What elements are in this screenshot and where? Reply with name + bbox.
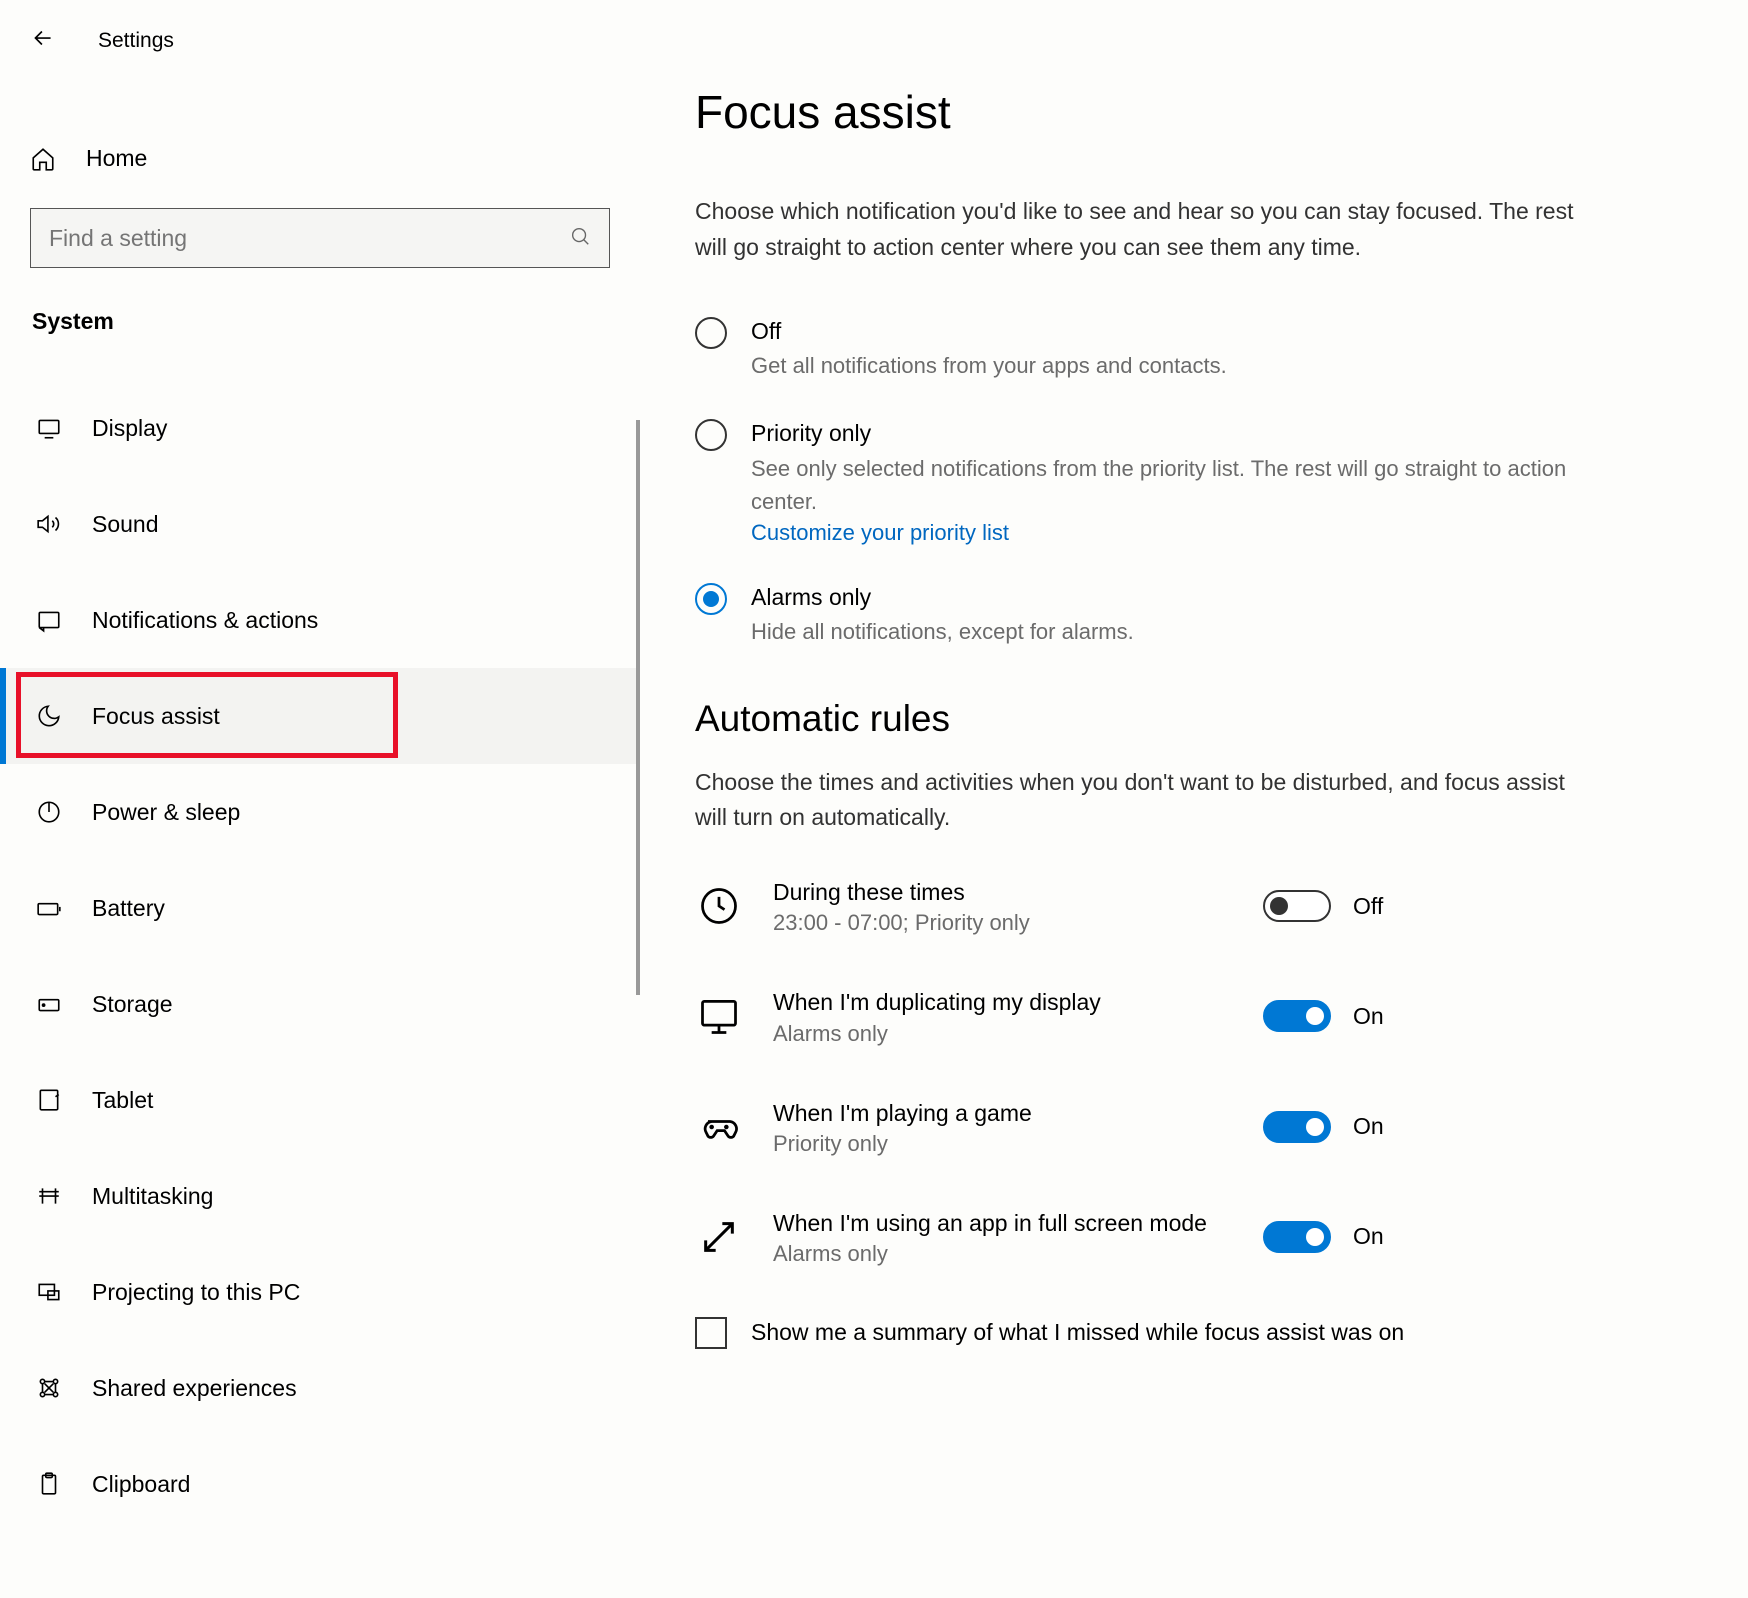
home-icon [30,146,56,172]
sidebar-header: Settings [0,10,640,72]
toggle-switch[interactable] [1263,1221,1331,1253]
projecting-icon [36,1279,62,1305]
battery-icon [36,895,62,921]
page-description: Choose which notification you'd like to … [695,194,1575,265]
radio-off[interactable]: Off Get all notifications from your apps… [695,315,1678,382]
checkbox-label: Show me a summary of what I missed while… [751,1319,1404,1346]
radio-button[interactable] [695,419,727,451]
radio-label: Alarms only [751,581,1601,613]
sidebar-item-label: Power & sleep [92,799,240,826]
rule-playing-game[interactable]: When I'm playing a game Priority only On [695,1097,1678,1157]
toggle-state: On [1353,1003,1384,1030]
radio-alarms-only[interactable]: Alarms only Hide all notifications, exce… [695,581,1678,648]
home-label: Home [86,145,147,172]
sidebar-item-label: Clipboard [92,1471,190,1498]
rule-fullscreen-app[interactable]: When I'm using an app in full screen mod… [695,1207,1678,1267]
monitor-icon [695,992,743,1040]
sidebar-item-display[interactable]: Display [0,380,640,476]
sidebar-item-tablet[interactable]: Tablet [0,1052,640,1148]
sidebar-item-projecting[interactable]: Projecting to this PC [0,1244,640,1340]
page-title: Focus assist [695,85,1678,139]
radio-label: Priority only [751,417,1601,449]
settings-title: Settings [98,29,174,53]
rules-description: Choose the times and activities when you… [695,765,1575,836]
toggle-switch[interactable] [1263,890,1331,922]
sidebar-item-label: Tablet [92,1087,153,1114]
scrollbar-thumb[interactable] [636,420,640,995]
sidebar-item-label: Notifications & actions [92,607,318,634]
power-icon [36,799,62,825]
toggle-state: Off [1353,893,1383,920]
sidebar-item-label: Projecting to this PC [92,1279,300,1306]
sidebar-item-power[interactable]: Power & sleep [0,764,640,860]
checkbox[interactable] [695,1317,727,1349]
rule-sub: Alarms only [773,1021,1213,1047]
toggle-state: On [1353,1113,1384,1140]
sidebar-item-focus-assist[interactable]: Focus assist [0,668,640,764]
clock-icon [695,882,743,930]
toggle-state: On [1353,1223,1384,1250]
summary-checkbox-row[interactable]: Show me a summary of what I missed while… [695,1317,1678,1349]
sidebar-item-shared[interactable]: Shared experiences [0,1340,640,1436]
gamepad-icon [695,1103,743,1151]
main-content: Focus assist Choose which notification y… [640,0,1748,1598]
back-arrow-icon[interactable] [30,25,56,57]
sidebar-item-label: Sound [92,511,159,538]
sidebar-item-sound[interactable]: Sound [0,476,640,572]
sidebar-item-label: Storage [92,991,173,1018]
radio-button[interactable] [695,317,727,349]
search-input[interactable] [49,225,569,252]
sidebar-item-label: Focus assist [92,703,220,730]
sidebar-item-label: Display [92,415,167,442]
rule-title: When I'm using an app in full screen mod… [773,1207,1213,1239]
display-icon [36,415,62,441]
sidebar-item-multitasking[interactable]: Multitasking [0,1148,640,1244]
moon-icon [36,703,62,729]
notifications-icon [36,607,62,633]
storage-icon [36,991,62,1017]
toggle-switch[interactable] [1263,1111,1331,1143]
sidebar: Settings Home System Display Sound [0,0,640,1598]
rule-sub: Alarms only [773,1241,1213,1267]
radio-description: Hide all notifications, except for alarm… [751,615,1601,648]
rule-duplicating-display[interactable]: When I'm duplicating my display Alarms o… [695,986,1678,1046]
focus-mode-radio-group: Off Get all notifications from your apps… [695,315,1678,648]
rule-sub: Priority only [773,1131,1213,1157]
clipboard-icon [36,1471,62,1497]
sidebar-item-clipboard[interactable]: Clipboard [0,1436,640,1532]
category-title: System [0,298,640,360]
sound-icon [36,511,62,537]
customize-priority-link[interactable]: Customize your priority list [751,520,1009,546]
sidebar-item-label: Battery [92,895,165,922]
rule-during-times[interactable]: During these times 23:00 - 07:00; Priori… [695,876,1678,936]
rule-sub: 23:00 - 07:00; Priority only [773,910,1213,936]
search-box[interactable] [30,208,610,268]
radio-label: Off [751,315,1601,347]
sidebar-item-notifications[interactable]: Notifications & actions [0,572,640,668]
shared-icon [36,1375,62,1401]
sidebar-item-battery[interactable]: Battery [0,860,640,956]
multitasking-icon [36,1183,62,1209]
radio-button[interactable] [695,583,727,615]
toggle-switch[interactable] [1263,1000,1331,1032]
radio-priority-only[interactable]: Priority only See only selected notifica… [695,417,1678,545]
fullscreen-icon [695,1213,743,1261]
automatic-rules-title: Automatic rules [695,698,1678,740]
rule-title: When I'm duplicating my display [773,986,1213,1018]
home-button[interactable]: Home [0,127,640,190]
sidebar-item-storage[interactable]: Storage [0,956,640,1052]
rule-title: When I'm playing a game [773,1097,1213,1129]
radio-description: Get all notifications from your apps and… [751,349,1601,382]
tablet-icon [36,1087,62,1113]
sidebar-item-label: Shared experiences [92,1375,297,1402]
sidebar-item-label: Multitasking [92,1183,213,1210]
radio-description: See only selected notifications from the… [751,452,1601,518]
search-icon [569,225,591,252]
rule-title: During these times [773,876,1213,908]
